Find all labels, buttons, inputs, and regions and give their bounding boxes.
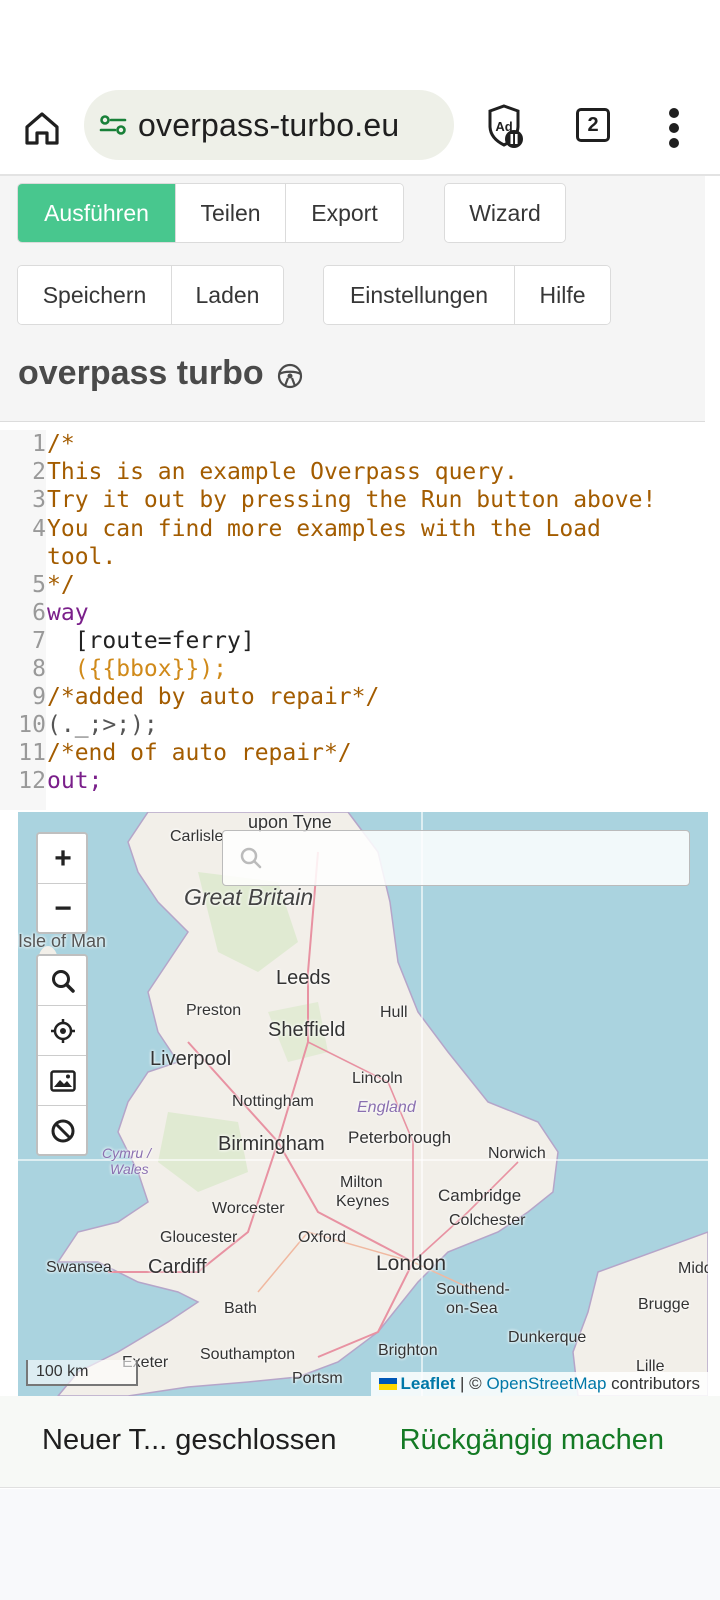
- wizard-button-group: Wizard: [444, 183, 566, 243]
- map-label: England: [357, 1099, 416, 1116]
- code-line: 2 This is an example Overpass query.: [32, 459, 518, 485]
- export-button[interactable]: Export: [286, 184, 403, 242]
- map-label: Middel: [678, 1260, 708, 1277]
- query-editor[interactable]: 1/* 2 This is an example Overpass query. …: [0, 430, 705, 810]
- code-line: 12 out;: [18, 768, 103, 794]
- code-line: 5 */: [32, 572, 75, 598]
- system-navigation-bar: [0, 1489, 720, 1600]
- map-label: Swansea: [46, 1259, 112, 1276]
- site-settings-icon[interactable]: [98, 110, 128, 140]
- map-label: Hull: [380, 1004, 408, 1021]
- map-label: Nottingham: [232, 1093, 314, 1110]
- browser-toolbar: overpass-turbo.eu Ad 2: [0, 86, 720, 176]
- map-label: Isle of Man: [18, 931, 107, 951]
- map-scale: 100 km: [26, 1360, 138, 1386]
- attribution-contributors: contributors: [606, 1374, 700, 1393]
- overflow-menu-icon[interactable]: [662, 104, 686, 152]
- zoom-control: + −: [36, 832, 88, 934]
- file-button-group: Speichern Laden: [17, 265, 284, 325]
- map-label: Sheffield: [268, 1019, 346, 1041]
- map-label: Cymru /: [102, 1145, 151, 1161]
- search-icon[interactable]: [38, 956, 86, 1006]
- status-bar: [0, 0, 720, 86]
- map-label: Great Britain: [184, 884, 314, 910]
- code-line: 4 You can find more examples with the Loa…: [32, 516, 601, 542]
- map-label: Worcester: [212, 1200, 285, 1217]
- app-title-text: overpass turbo: [18, 354, 264, 392]
- settings-button[interactable]: Einstellungen: [324, 266, 515, 324]
- code-line: 7 [route=ferry]: [32, 628, 255, 654]
- map-tools-control: [36, 954, 88, 1156]
- snackbar-message: Neuer T... geschlossen: [42, 1424, 337, 1456]
- home-icon[interactable]: [20, 106, 64, 150]
- map-label: Southend-: [436, 1281, 510, 1298]
- snackbar: Neuer T... geschlossen Rückgängig machen: [0, 1396, 720, 1488]
- code-line: tool.: [47, 544, 117, 570]
- code-line: 9/*added by auto repair*/: [32, 684, 380, 710]
- attribution-separator: | ©: [455, 1374, 487, 1393]
- map-label: Liverpool: [150, 1048, 232, 1070]
- undo-button[interactable]: Rückgängig machen: [400, 1424, 664, 1457]
- code-line: 6 way: [32, 600, 89, 626]
- map-label: London: [376, 1252, 447, 1275]
- url-text: overpass-turbo.eu: [138, 106, 400, 143]
- code-line: 3 Try it out by pressing the Run button a…: [32, 487, 657, 513]
- save-button[interactable]: Speichern: [18, 266, 172, 324]
- map-view[interactable]: upon Tyne Carlisle Great Britain Isle of…: [18, 812, 708, 1396]
- map-label: Bath: [224, 1300, 257, 1317]
- code-line: 1/*: [32, 431, 75, 457]
- map-label: Colchester: [449, 1212, 526, 1229]
- map-label: Dunkerque: [508, 1329, 587, 1346]
- code-line: 11/*end of auto repair*/: [18, 740, 352, 766]
- wizard-button[interactable]: Wizard: [445, 184, 565, 242]
- map-label: Portsm: [292, 1370, 343, 1387]
- map-search-input[interactable]: [273, 846, 653, 870]
- code-line: 10 (._;>;);: [18, 712, 158, 738]
- openstreetmap-link[interactable]: OpenStreetMap: [486, 1372, 606, 1396]
- map-label: on-Sea: [446, 1300, 498, 1317]
- map-label: Norwich: [488, 1145, 546, 1162]
- map-label: Wales: [110, 1161, 149, 1177]
- image-icon[interactable]: [38, 1056, 86, 1106]
- map-label: Gloucester: [160, 1229, 238, 1246]
- code-line: 8 ({{bbox}});: [32, 656, 228, 682]
- map-label: Cambridge: [438, 1186, 522, 1205]
- map-search-box[interactable]: [222, 830, 690, 886]
- map-label: Oxford: [298, 1229, 347, 1246]
- map-label: Brugge: [638, 1296, 690, 1313]
- map-label: Brighton: [378, 1342, 438, 1359]
- load-button[interactable]: Laden: [172, 266, 283, 324]
- help-button[interactable]: Hilfe: [515, 266, 610, 324]
- map-label: Cardiff: [148, 1256, 207, 1278]
- map-label: Leeds: [276, 967, 331, 989]
- app-toolbar: Ausführen Teilen Export Wizard Speichern…: [0, 176, 705, 422]
- leaflet-link[interactable]: Leaflet: [401, 1372, 456, 1396]
- address-bar[interactable]: overpass-turbo.eu: [84, 90, 454, 160]
- map-label: Peterborough: [348, 1128, 452, 1147]
- search-icon: [240, 847, 262, 869]
- steering-wheel-icon: [276, 360, 304, 388]
- zoom-in-button[interactable]: +: [38, 834, 86, 884]
- map-label: Birmingham: [218, 1133, 325, 1155]
- ban-icon[interactable]: [38, 1106, 86, 1154]
- share-button[interactable]: Teilen: [176, 184, 286, 242]
- tab-switcher-button[interactable]: 2: [576, 108, 610, 142]
- map-label: Keynes: [336, 1193, 390, 1210]
- locate-icon[interactable]: [38, 1006, 86, 1056]
- map-label: Southampton: [200, 1346, 296, 1363]
- settings-button-group: Einstellungen Hilfe: [323, 265, 611, 325]
- map-label: Milton: [340, 1174, 383, 1191]
- map-label: Lincoln: [352, 1070, 403, 1087]
- map-label: Preston: [186, 1002, 242, 1019]
- map-label: Carlisle: [170, 828, 224, 845]
- zoom-out-button[interactable]: −: [38, 884, 86, 932]
- ukraine-flag-icon: [378, 1378, 397, 1390]
- adblock-icon[interactable]: Ad: [486, 102, 534, 152]
- app-title: overpass turbo: [18, 354, 304, 393]
- run-button[interactable]: Ausführen: [18, 184, 176, 242]
- map-attribution: Leaflet | © OpenStreetMap contributors: [370, 1372, 708, 1396]
- run-button-group: Ausführen Teilen Export: [17, 183, 404, 243]
